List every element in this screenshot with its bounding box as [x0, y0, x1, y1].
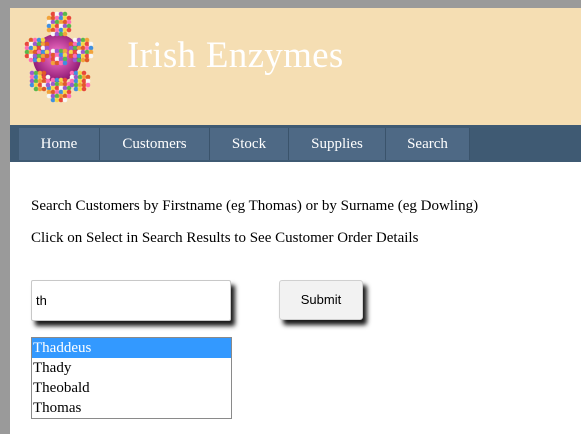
nav-list: Home Customers Stock Supplies Search [19, 128, 470, 160]
nav-item-supplies[interactable]: Supplies [289, 128, 386, 160]
site-title: Irish Enzymes [127, 35, 344, 76]
search-results-list[interactable]: Thaddeus Thady Theobald Thomas [31, 337, 232, 419]
nav-item-stock[interactable]: Stock [210, 128, 289, 160]
nav-item-home[interactable]: Home [19, 128, 100, 160]
submit-button[interactable]: Submit [279, 280, 363, 320]
result-item-selected[interactable]: Thaddeus [32, 338, 231, 358]
site-header: Irish Enzymes [10, 8, 581, 125]
search-instructions: Search Customers by Firstname (eg Thomas… [31, 198, 479, 214]
result-item[interactable]: Thomas [32, 398, 231, 418]
nav-item-customers[interactable]: Customers [100, 128, 210, 160]
result-item[interactable]: Theobald [32, 378, 231, 398]
page: Irish Enzymes Home Customers Stock Suppl… [10, 8, 581, 434]
select-instructions: Click on Select in Search Results to See… [31, 230, 419, 246]
result-item[interactable]: Thady [32, 358, 231, 378]
search-input[interactable] [31, 280, 231, 321]
nav-bar: Home Customers Stock Supplies Search [10, 125, 581, 162]
molecule-sphere-icon [24, 11, 94, 103]
nav-item-search[interactable]: Search [386, 128, 470, 160]
